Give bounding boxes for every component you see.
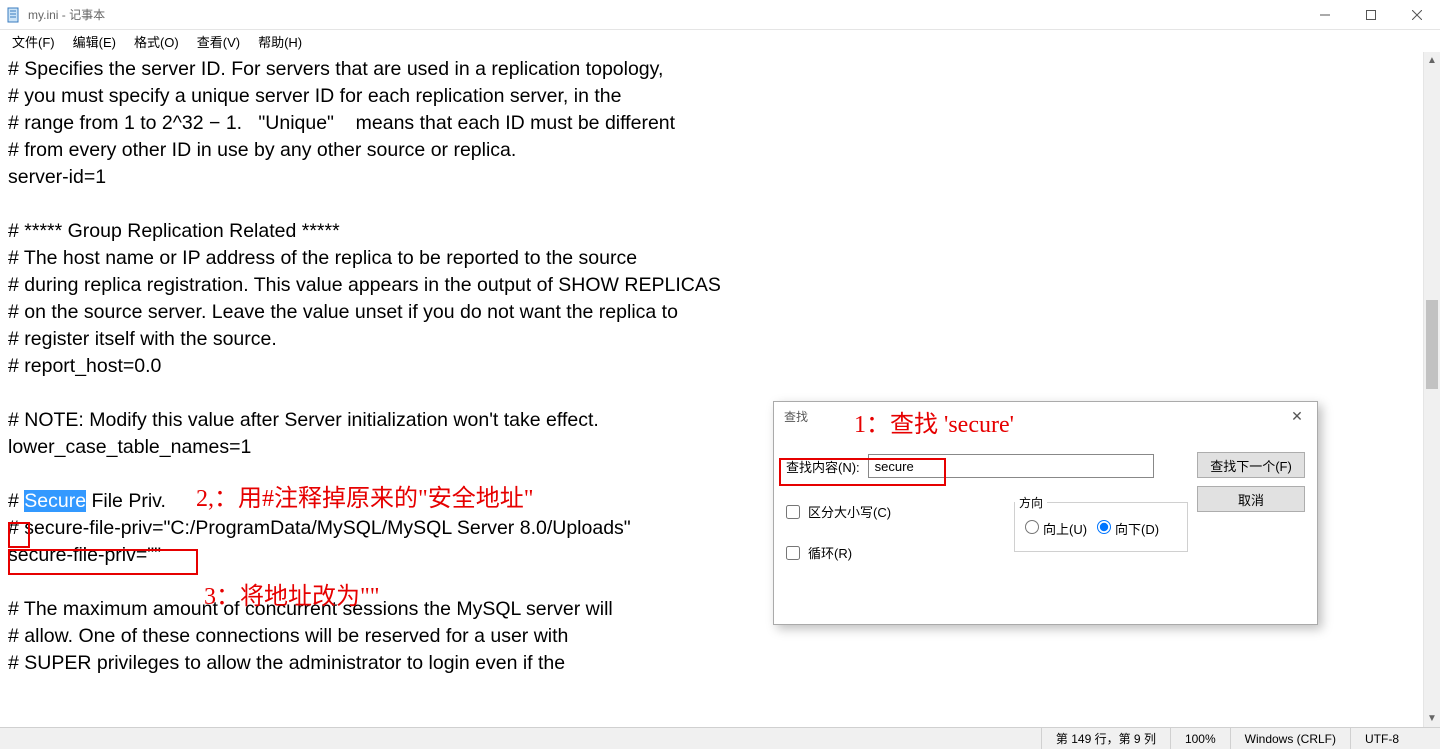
status-eol: Windows (CRLF) [1230,728,1350,749]
menu-edit[interactable]: 编辑(E) [67,32,122,51]
text-editor[interactable]: # Specifies the server ID. For servers t… [0,52,1440,727]
find-dialog: 查找 ✕ 查找内容(N): 查找下一个(F) 取消 区分大小写(C) 循环(R)… [773,401,1318,625]
titlebar: my.ini - 记事本 [0,0,1440,30]
status-zoom: 100% [1170,728,1230,749]
find-content-label: 查找内容(N): [786,457,860,476]
vertical-scrollbar[interactable]: ▲ ▼ [1423,52,1440,727]
scrollbar-thumb[interactable] [1426,300,1438,390]
match-case-checkbox[interactable]: 区分大小写(C) [786,502,891,521]
window-title: my.ini - 记事本 [28,6,1302,23]
editor-wrap: # Specifies the server ID. For servers t… [0,52,1440,727]
close-button[interactable] [1394,0,1440,30]
statusbar: 第 149 行，第 9 列 100% Windows (CRLF) UTF-8 [0,727,1440,749]
menu-view[interactable]: 查看(V) [191,32,246,51]
minimize-button[interactable] [1302,0,1348,30]
find-dialog-title: 查找 [784,408,808,425]
menubar: 文件(F) 编辑(E) 格式(O) 查看(V) 帮助(H) [0,30,1440,52]
find-next-button[interactable]: 查找下一个(F) [1197,452,1305,478]
menu-help[interactable]: 帮助(H) [252,32,308,51]
notepad-icon [6,7,22,23]
direction-up-radio[interactable]: 向上(U) [1025,519,1087,538]
scroll-up-icon[interactable]: ▲ [1424,52,1440,69]
menu-format[interactable]: 格式(O) [128,32,185,51]
find-close-button[interactable]: ✕ [1287,406,1307,426]
menu-file[interactable]: 文件(F) [6,32,61,51]
wrap-around-checkbox[interactable]: 循环(R) [786,543,891,562]
find-cancel-button[interactable]: 取消 [1197,486,1305,512]
find-direction-label: 方向 [1015,494,1047,511]
status-encoding: UTF-8 [1350,728,1440,749]
direction-down-radio[interactable]: 向下(D) [1097,519,1159,538]
selected-text: Secure [24,490,86,512]
scroll-down-icon[interactable]: ▼ [1424,710,1440,727]
find-input[interactable] [868,454,1154,478]
status-position: 第 149 行，第 9 列 [1041,728,1170,749]
find-direction-group: 方向 向上(U) 向下(D) [1014,494,1188,552]
maximize-button[interactable] [1348,0,1394,30]
